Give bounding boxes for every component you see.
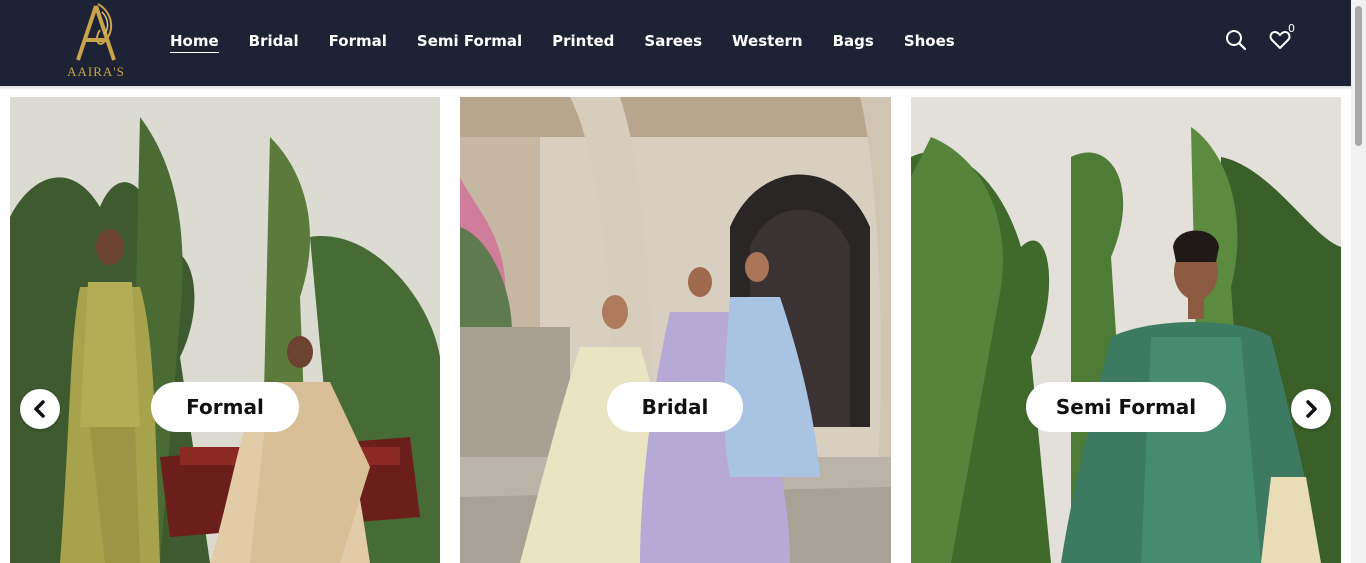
nav-item-sarees[interactable]: Sarees [644, 32, 702, 53]
main-nav: Home Bridal Formal Semi Formal Printed S… [170, 32, 985, 53]
brand-logo[interactable]: AAIRA'S [60, 2, 132, 82]
nav-item-bags[interactable]: Bags [833, 32, 874, 53]
category-label-semi-formal[interactable]: Semi Formal [1026, 382, 1226, 432]
scrollbar-thumb[interactable] [1355, 6, 1362, 146]
nav-item-home[interactable]: Home [170, 32, 219, 53]
category-card-semi-formal[interactable]: Semi Formal [911, 97, 1341, 563]
carousel-prev-button[interactable] [20, 389, 60, 429]
nav-item-printed[interactable]: Printed [552, 32, 614, 53]
carousel-next-button[interactable] [1291, 389, 1331, 429]
logo-monogram-icon [76, 3, 116, 61]
search-icon[interactable] [1224, 28, 1248, 52]
category-label-formal[interactable]: Formal [151, 382, 299, 432]
chevron-left-icon [34, 400, 45, 418]
formal-photo [10, 97, 440, 563]
category-label-bridal[interactable]: Bridal [607, 382, 743, 432]
brand-name: AAIRA'S [67, 64, 125, 79]
category-card-formal[interactable]: Formal [10, 97, 440, 563]
bridal-photo [460, 97, 891, 563]
nav-item-formal[interactable]: Formal [329, 32, 387, 53]
nav-item-semi-formal[interactable]: Semi Formal [417, 32, 522, 53]
category-card-bridal[interactable]: Bridal [460, 97, 891, 563]
site-header: AAIRA'S Home Bridal Formal Semi Formal P… [0, 0, 1351, 86]
header-shadow [0, 86, 1351, 90]
nav-item-bridal[interactable]: Bridal [249, 32, 299, 53]
semi-formal-photo [911, 97, 1341, 563]
page-scrollbar[interactable] [1351, 0, 1366, 563]
wishlist-count-badge: 0 [1288, 22, 1295, 35]
chevron-right-icon [1306, 400, 1317, 418]
nav-item-shoes[interactable]: Shoes [904, 32, 955, 53]
nav-item-western[interactable]: Western [732, 32, 803, 53]
